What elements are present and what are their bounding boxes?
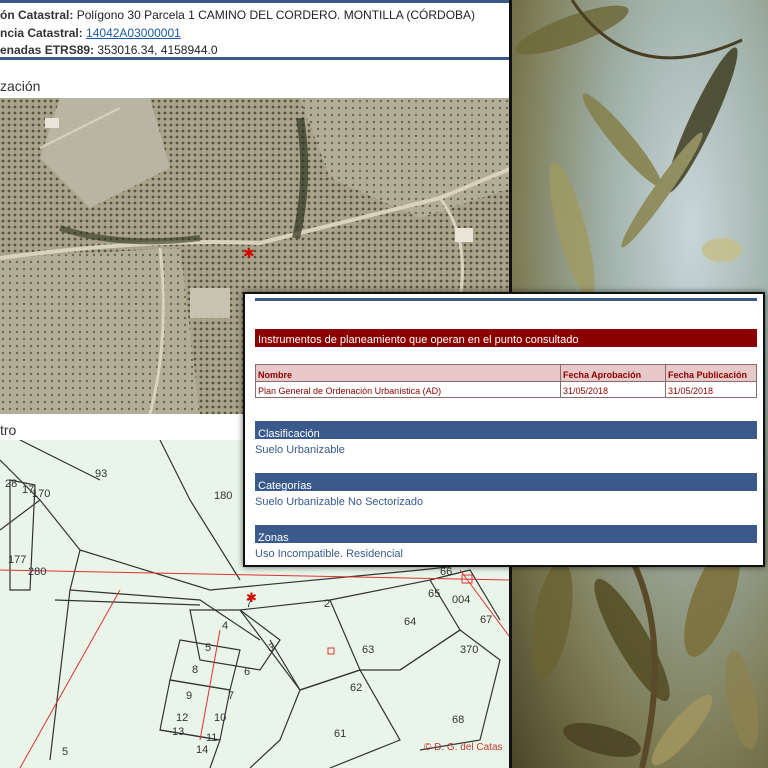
parcel-number: 63 xyxy=(362,644,375,656)
header-bottom-rule xyxy=(0,57,509,60)
parcel-number: 280 xyxy=(28,566,47,578)
card-top-rule xyxy=(255,298,757,301)
parcel-number: 13 xyxy=(172,726,185,738)
parcel-number: 6 xyxy=(244,666,251,678)
parcel-number: 12 xyxy=(176,712,189,724)
parcel-number: 004 xyxy=(452,594,471,606)
table-row[interactable]: Plan General de Ordenación Urbanística (… xyxy=(255,381,757,398)
instruments-table: Nombre Fecha Aprobación Fecha Publicació… xyxy=(255,364,757,398)
parcel-number: 68 xyxy=(452,714,465,726)
categories-section-header: Categorías xyxy=(255,473,757,492)
copyright-notice: © D. G. del Catas xyxy=(424,742,503,753)
parcel-number: 65 xyxy=(428,588,441,600)
parcel-number: 64 xyxy=(404,616,417,628)
location-marker-icon: ✱ xyxy=(243,245,255,261)
table-header-row: Nombre Fecha Aprobación Fecha Publicació… xyxy=(255,364,757,382)
parcel-number: 177 xyxy=(8,554,27,566)
parcel-number: 170 xyxy=(32,488,51,500)
location-section-title: zación xyxy=(0,78,41,94)
zones-section-header: Zonas xyxy=(255,525,757,544)
planning-instruments-card: Instrumentos de planeamiento que operan … xyxy=(243,292,765,567)
parcel-number: 10 xyxy=(214,712,227,724)
cadastral-location-value: Polígono 30 Parcela 1 CAMINO DEL CORDERO… xyxy=(76,8,476,22)
parcel-number: 370 xyxy=(460,644,479,656)
cadastral-reference-label: ncia Catastral: xyxy=(0,26,83,40)
parcel-number: 62 xyxy=(350,682,363,694)
coordinates-value: 353016.34, 4158944.0 xyxy=(97,43,218,57)
coordinates-label: enadas ETRS89: xyxy=(0,43,95,57)
zones-value: Uso Incompatible. Residencial xyxy=(255,548,403,560)
categories-value: Suelo Urbanizable No Sectorizado xyxy=(255,496,424,508)
parcel-number: 14 xyxy=(196,744,209,756)
parcel-number: 5 xyxy=(205,642,212,654)
coordinates-row: enadas ETRS89: 353016.34, 4158944.0 xyxy=(0,43,218,57)
parcel-header: ón Catastral: Polígono 30 Parcela 1 CAMI… xyxy=(0,0,509,62)
parcel-number: 8 xyxy=(192,664,199,676)
parcel-number: 3 xyxy=(268,642,275,654)
parcel-number: 67 xyxy=(480,614,493,626)
parcel-number: 9 xyxy=(186,690,193,702)
parcel-number: 93 xyxy=(95,468,108,480)
header-top-rule xyxy=(0,0,509,3)
cell-approval-date: 31/05/2018 xyxy=(560,381,666,398)
cell-publication-date: 31/05/2018 xyxy=(665,381,757,398)
cell-name: Plan General de Ordenación Urbanística (… xyxy=(255,381,561,398)
cadastral-location-row: ón Catastral: Polígono 30 Parcela 1 CAMI… xyxy=(0,8,475,22)
parcel-number: 7 xyxy=(228,690,235,702)
parcel-number: 4 xyxy=(222,620,229,632)
instruments-section-header: Instrumentos de planeamiento que operan … xyxy=(255,329,757,347)
cadastral-reference-row: ncia Catastral: 14042A03000001 xyxy=(0,26,181,40)
parcel-number: 5 xyxy=(62,746,69,758)
cadastral-reference-link[interactable]: 14042A03000001 xyxy=(86,26,181,40)
parcel-number: 180 xyxy=(214,490,233,502)
parcel-number: 2 xyxy=(324,598,331,610)
parcel-number: 66 xyxy=(440,566,453,578)
classification-value: Suelo Urbanizable xyxy=(255,444,345,456)
parcel-marker-icon: ✱ xyxy=(246,590,257,605)
column-header-approval-date: Fecha Aprobación xyxy=(560,364,666,382)
classification-section-header: Clasificación xyxy=(255,421,757,440)
parcel-section-title: tro xyxy=(0,422,17,438)
parcel-number: 11 xyxy=(206,732,218,744)
cadastral-location-label: ón Catastral: xyxy=(0,8,74,22)
column-header-publication-date: Fecha Publicación xyxy=(665,364,757,382)
parcel-number: 61 xyxy=(334,728,347,740)
column-header-name: Nombre xyxy=(255,364,561,382)
parcel-number: 28 xyxy=(5,478,18,490)
